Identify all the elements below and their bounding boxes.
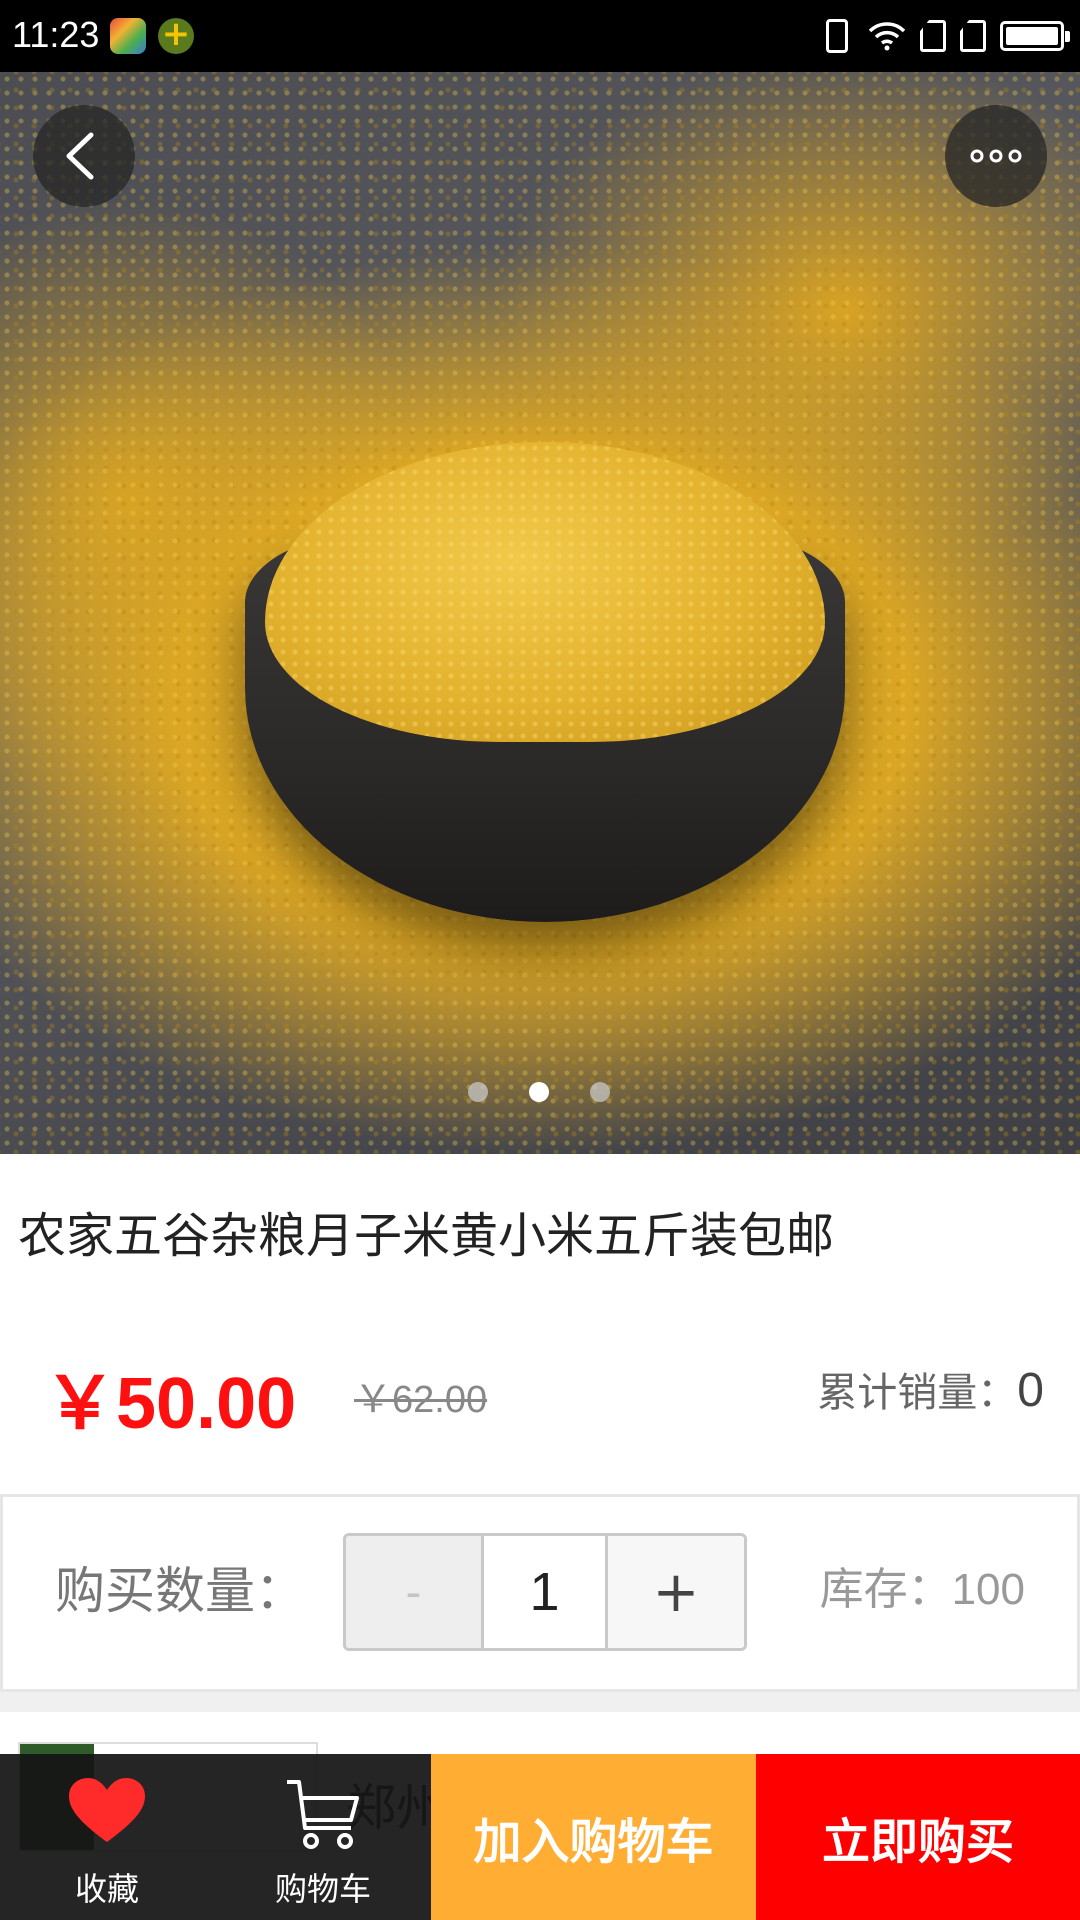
- quantity-value[interactable]: 1: [484, 1536, 608, 1648]
- carousel-indicator: [0, 1082, 1080, 1102]
- stock-info: 库存：100: [820, 1553, 1025, 1617]
- back-button[interactable]: [33, 105, 135, 207]
- favorite-label: 收藏: [74, 1870, 139, 1908]
- quantity-stepper: - 1 +: [343, 1533, 747, 1651]
- app-notification-icon: [110, 18, 146, 54]
- decrease-quantity-button[interactable]: -: [346, 1536, 484, 1648]
- more-button[interactable]: [945, 105, 1047, 207]
- product-image-carousel[interactable]: [0, 72, 1080, 1154]
- original-price: ￥62.00: [354, 1379, 488, 1421]
- buy-now-button[interactable]: 立即购买: [756, 1754, 1080, 1920]
- status-icons: [820, 16, 1070, 56]
- bottom-bar-left: 收藏 购物车: [0, 1754, 431, 1920]
- carousel-dot-3[interactable]: [590, 1082, 610, 1102]
- quantity-section: 购买数量： - 1 + 库存：100: [0, 1494, 1080, 1692]
- increase-quantity-button[interactable]: +: [608, 1536, 744, 1648]
- green-plus-app-icon: [158, 14, 194, 54]
- sales-label: 累计销量：: [817, 1370, 1018, 1416]
- sales-count: 累计销量：0: [817, 1360, 1044, 1418]
- sim2-icon: [960, 20, 986, 52]
- carousel-dot-2[interactable]: [529, 1082, 549, 1102]
- chevron-left-icon: [66, 132, 94, 180]
- status-time: 11:23: [12, 14, 100, 55]
- status-bar: 11:23: [0, 0, 1080, 72]
- quantity-label: 购买数量：: [55, 1562, 305, 1620]
- heart-icon: [69, 1778, 145, 1842]
- wifi-icon: [868, 21, 906, 51]
- sim1-icon: [920, 20, 946, 52]
- current-price: ￥50.00: [44, 1364, 297, 1444]
- stock-label: 库存：: [819, 1564, 952, 1615]
- favorite-button[interactable]: 收藏: [27, 1754, 187, 1920]
- battery-icon: [1000, 21, 1070, 51]
- shopping-cart-icon: [287, 1780, 359, 1849]
- sales-value: 0: [1017, 1364, 1044, 1417]
- millet-bowl-image: [245, 442, 845, 922]
- add-to-cart-button[interactable]: 加入购物车: [431, 1754, 756, 1920]
- section-divider: [0, 1692, 1080, 1712]
- vibrate-icon: [826, 19, 848, 53]
- cart-button[interactable]: 购物车: [243, 1754, 403, 1920]
- carousel-dot-1[interactable]: [468, 1082, 488, 1102]
- more-dots-icon: [970, 149, 1022, 163]
- bottom-action-bar: 收藏 购物车 加入购物车 立即购买: [0, 1754, 1080, 1920]
- cart-label: 购物车: [274, 1870, 371, 1908]
- stock-value: 100: [951, 1565, 1025, 1614]
- product-title: 农家五谷杂粮月子米黄小米五斤装包邮: [18, 1208, 835, 1264]
